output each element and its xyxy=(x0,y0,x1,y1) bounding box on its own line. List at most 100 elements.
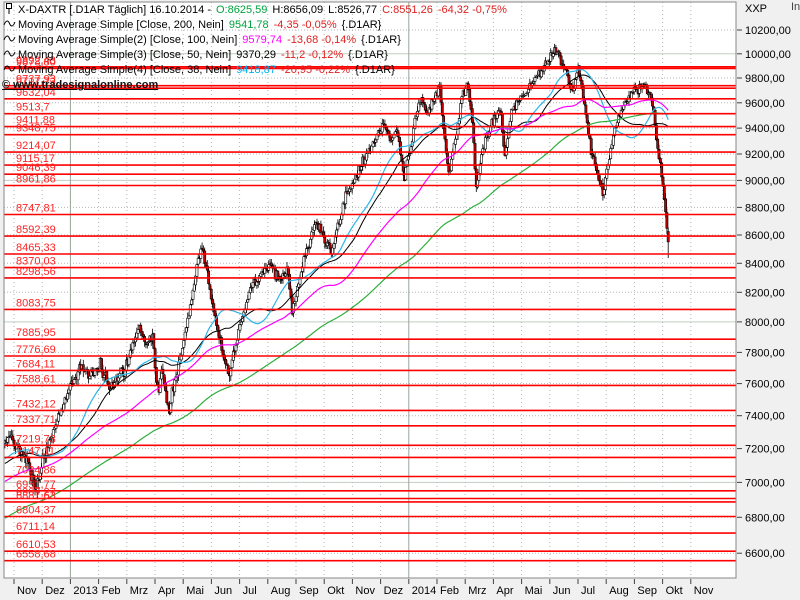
svg-text:Dez: Dez xyxy=(384,585,404,597)
low-value: L:8526,77 xyxy=(328,4,377,16)
svg-text:Mai: Mai xyxy=(186,585,204,597)
svg-text:Okt: Okt xyxy=(666,585,683,597)
svg-text:Aug: Aug xyxy=(609,585,629,597)
line-price-label: 9214,07 xyxy=(16,140,56,152)
symbol-header-row[interactable]: X-DAXTR [.D1AR Täglich] 16.10.2014 - O:86… xyxy=(3,2,507,16)
line-price-label: 6804,37 xyxy=(16,505,56,517)
change-value: -64,32 -0,75% xyxy=(438,4,507,16)
svg-text:Dez: Dez xyxy=(45,585,65,597)
svg-text:2014: 2014 xyxy=(412,585,436,597)
line-price-label: 8961,86 xyxy=(16,174,56,186)
indicator-change: -20,95 -0,22% xyxy=(281,64,350,76)
svg-text:9600,00: 9600,00 xyxy=(745,98,785,110)
svg-text:Sep: Sep xyxy=(637,585,657,597)
svg-text:Apr: Apr xyxy=(496,585,513,597)
right-axis-title: XXP xyxy=(745,3,767,15)
svg-text:9400,00: 9400,00 xyxy=(745,123,785,135)
indicator-legend-row-sma100[interactable]: Moving Average Simple(2) [Close, 100, Ne… xyxy=(3,32,401,46)
indicator-name: Moving Average Simple(4) [Close, 38, Nei… xyxy=(18,64,231,76)
indicator-value: 9418,87 xyxy=(236,64,276,76)
svg-text:Sep: Sep xyxy=(299,585,319,597)
line-price-label: 8298,56 xyxy=(16,266,56,278)
svg-text:2013: 2013 xyxy=(73,585,97,597)
wave-icon xyxy=(3,47,16,60)
svg-text:Nov: Nov xyxy=(694,585,714,597)
svg-text:Feb: Feb xyxy=(440,585,459,597)
indicator-scope: {.D1AR} xyxy=(361,34,401,46)
svg-text:7200,00: 7200,00 xyxy=(745,444,785,456)
indicator-legend-row-sma38[interactable]: Moving Average Simple(4) [Close, 38, Nei… xyxy=(3,62,395,76)
svg-text:7000,00: 7000,00 xyxy=(745,477,785,489)
open-value: O:8625,59 xyxy=(216,4,267,16)
svg-text:6600,00: 6600,00 xyxy=(745,548,785,560)
indicator-scope: {.D1AR} xyxy=(348,49,388,61)
indicator-change: -4,35 -0,05% xyxy=(274,19,337,31)
corner-clipped-text: In xyxy=(791,1,800,13)
close-value: C:8551,26 xyxy=(382,4,433,16)
line-price-label: 6711,14 xyxy=(16,521,55,533)
indicator-scope: {.D1AR} xyxy=(342,19,382,31)
line-price-label: 8592,39 xyxy=(16,224,56,236)
line-price-label: 8083,75 xyxy=(16,297,56,309)
right-axis[interactable]: 10200,00 10000,00 9800,00 9600,00 9400,00 920… xyxy=(737,25,791,560)
svg-text:10000,00: 10000,00 xyxy=(745,49,791,61)
svg-text:8800,00: 8800,00 xyxy=(745,202,785,214)
svg-text:7800,00: 7800,00 xyxy=(745,347,785,359)
line-price-label: 7219,73 xyxy=(16,433,56,445)
svg-text:Aug: Aug xyxy=(271,585,291,597)
line-price-label: 9046,39 xyxy=(16,162,56,174)
wave-icon xyxy=(3,32,16,45)
svg-text:Jun: Jun xyxy=(214,585,232,597)
svg-text:8200,00: 8200,00 xyxy=(745,287,785,299)
high-value: H:8656,09 xyxy=(272,4,323,16)
svg-text:Mai: Mai xyxy=(525,585,543,597)
line-price-label: 9348,75 xyxy=(16,123,56,135)
svg-text:Jul: Jul xyxy=(243,585,257,597)
line-price-label: 7588,61 xyxy=(16,373,56,385)
line-price-label: 7776,69 xyxy=(16,344,56,356)
line-price-label: 7147,11 xyxy=(16,445,55,457)
indicator-value: 9370,29 xyxy=(236,49,276,61)
svg-text:Nov: Nov xyxy=(355,585,375,597)
svg-text:7400,00: 7400,00 xyxy=(745,411,785,423)
indicator-value: 9541,78 xyxy=(229,19,269,31)
svg-text:8400,00: 8400,00 xyxy=(745,258,785,270)
line-price-label: 6887,63 xyxy=(16,490,56,502)
line-price-label: 7034,86 xyxy=(16,465,56,477)
indicator-name: Moving Average Simple(3) [Close, 50, Nei… xyxy=(18,49,231,61)
svg-text:Nov: Nov xyxy=(17,585,37,597)
chart-window: 9892,439878,809737,939717,739632,049513,… xyxy=(0,0,800,600)
svg-text:Apr: Apr xyxy=(158,585,175,597)
wave-icon xyxy=(3,17,16,30)
line-price-label: 8747,81 xyxy=(16,203,56,215)
indicator-name: Moving Average Simple(2) [Close, 100, Ne… xyxy=(18,34,237,46)
indicator-scope: {.D1AR} xyxy=(355,64,395,76)
svg-text:9200,00: 9200,00 xyxy=(745,149,785,161)
indicator-value: 9579,74 xyxy=(242,34,282,46)
svg-text:9800,00: 9800,00 xyxy=(745,73,785,85)
indicator-legend-row-sma50[interactable]: Moving Average Simple(3) [Close, 50, Nei… xyxy=(3,47,388,61)
wave-icon xyxy=(3,62,16,75)
indicator-change: -13,68 -0,14% xyxy=(287,34,356,46)
svg-text:Feb: Feb xyxy=(102,585,121,597)
line-price-label: 7885,95 xyxy=(16,327,56,339)
svg-text:8000,00: 8000,00 xyxy=(745,317,785,329)
line-price-label: 7684,11 xyxy=(16,358,55,370)
svg-text:Mrz: Mrz xyxy=(468,585,486,597)
indicator-name: Moving Average Simple [Close, 200, Nein] xyxy=(18,19,224,31)
svg-text:7600,00: 7600,00 xyxy=(745,379,785,391)
svg-text:Okt: Okt xyxy=(327,585,344,597)
line-price-label: 6558,68 xyxy=(16,549,56,561)
bottom-axis[interactable]: Nov Dez 2013 Feb Mrz Apr Mai Jun Jul Aug Sep Okt Nov… xyxy=(14,579,714,597)
symbol-title: X-DAXTR [.D1AR Täglich] 16.10.2014 - xyxy=(18,4,211,16)
svg-text:Mrz: Mrz xyxy=(130,585,148,597)
svg-text:Jun: Jun xyxy=(553,585,571,597)
line-price-label: 9513,7 xyxy=(16,102,50,114)
svg-text:Jul: Jul xyxy=(581,585,595,597)
indicator-legend-row-sma200[interactable]: Moving Average Simple [Close, 200, Nein]… xyxy=(3,17,381,31)
line-price-label: 8465,33 xyxy=(16,242,56,254)
pin-icon xyxy=(3,2,16,15)
watermark-link[interactable]: © www.tradesignalonline.com xyxy=(2,79,158,91)
svg-text:10200,00: 10200,00 xyxy=(745,25,791,37)
line-price-label: 7432,12 xyxy=(16,398,56,410)
